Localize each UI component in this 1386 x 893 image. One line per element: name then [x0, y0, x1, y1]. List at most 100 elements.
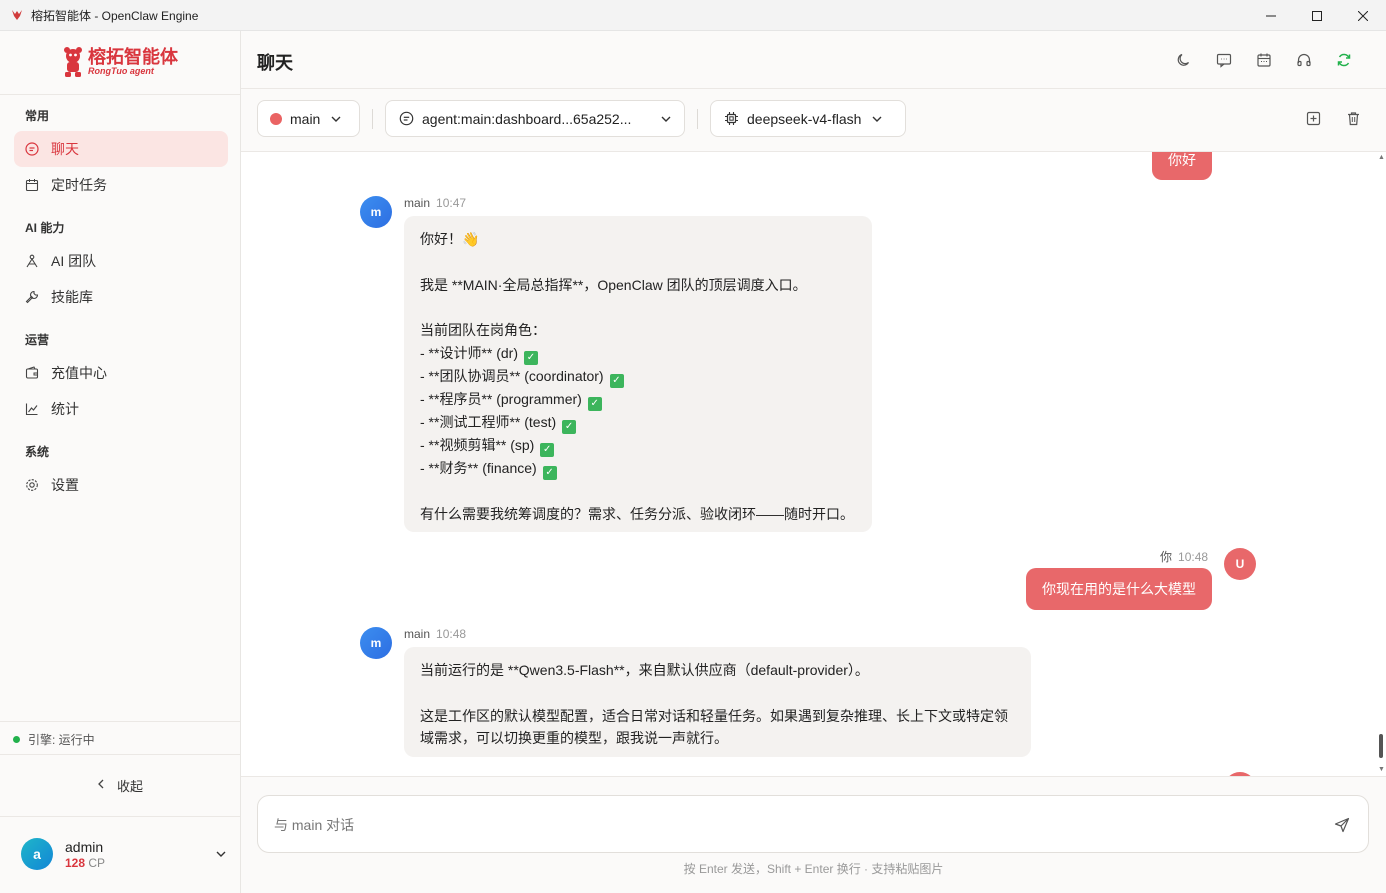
support-button[interactable] [1284, 48, 1324, 72]
message-line: - **设计师** (dr) ✓ [420, 342, 856, 365]
refresh-button[interactable] [1324, 48, 1364, 72]
sidebar-item-settings[interactable]: 设置 [14, 467, 228, 503]
chevron-down-icon [660, 113, 672, 125]
section-label-ai: AI 能力 [25, 221, 65, 235]
message-line [420, 480, 856, 503]
section-label-system: 系统 [25, 445, 50, 459]
window-titlebar: 榕拓智能体 - OpenClaw Engine [0, 0, 1386, 31]
session-icon [398, 111, 414, 127]
composer-hint: 按 Enter 发送，Shift + Enter 换行 · 支持粘贴图片 [683, 862, 944, 876]
sidebar-item-skills[interactable]: 技能库 [14, 279, 228, 315]
session-selector[interactable]: agent:main:dashboard...65a252... [385, 100, 685, 137]
minimize-icon [1266, 15, 1276, 16]
add-square-icon [1306, 111, 1320, 125]
message-line [420, 251, 856, 274]
model-selector-value: deepseek-v4-flash [747, 110, 862, 127]
message-time: 10:48 [1178, 550, 1209, 564]
message-line-text: - **设计师** (dr) [420, 344, 519, 361]
sidebar-divider [0, 816, 240, 817]
maximize-button[interactable] [1294, 0, 1340, 31]
chart-icon [25, 402, 39, 416]
bot-message-bubble: 你好！👋 我是 **MAIN·全局总指挥**，OpenClaw 团队的顶层调度入… [404, 216, 872, 532]
check-icon: ✓ [540, 442, 555, 457]
message-line: 有什么需要我统筹调度的？需求、任务分派、验收闭环——随时开口。 [420, 505, 854, 522]
composer [257, 795, 1369, 853]
message-meta: main 10:47 [404, 196, 466, 210]
composer-area: 按 Enter 发送，Shift + Enter 换行 · 支持粘贴图片 [241, 776, 1386, 893]
brand-logo[interactable]: 榕拓智能体 RongTuo agent [62, 43, 180, 81]
chat-messages[interactable]: 你好 m main 10:47 你好！👋 我是 **MAIN·全局总指挥**，Op… [241, 152, 1386, 776]
calendar-button[interactable] [1244, 48, 1284, 72]
check-icon: ✓ [523, 350, 538, 365]
page-header: 聊天 [241, 31, 1386, 89]
agent-selector[interactable]: main [257, 100, 360, 137]
message-line-text: - **程序员** (programmer) [420, 390, 582, 407]
sidebar: 榕拓智能体 RongTuo agent 常用 聊天 定时任务 AI 能力 AI … [0, 31, 241, 893]
page-title: 聊天 [257, 53, 293, 73]
session-selector-value: agent:main:dashboard...65a252... [422, 110, 632, 127]
scrollbar-thumb[interactable] [1379, 734, 1383, 758]
user-message-bubble: 你现在用的是什么大模型 [1026, 568, 1212, 610]
calendar-icon [25, 178, 39, 192]
message-text: 你现在用的是什么大模型 [1042, 581, 1196, 597]
sidebar-divider [0, 754, 240, 755]
sidebar-divider [0, 721, 240, 722]
sidebar-item-stats[interactable]: 统计 [14, 391, 228, 427]
user-menu[interactable]: a admin 128 CP [21, 837, 227, 871]
toolbar-separator [372, 109, 373, 129]
calendar-icon [1257, 53, 1271, 67]
check-icon: ✓ [587, 396, 602, 411]
bot-message-bubble: 当前运行的是 **Qwen3.5-Flash**，来自默认供应商（default… [404, 647, 1031, 757]
chevron-left-icon [97, 778, 105, 792]
collapse-sidebar-button[interactable]: 收起 [0, 773, 240, 797]
scroll-up-icon[interactable]: ▲ [1378, 154, 1385, 161]
chevron-down-icon[interactable] [215, 847, 227, 863]
app-logo-icon [10, 8, 24, 22]
new-chat-button[interactable] [1293, 106, 1333, 130]
agent-selector-value: main [290, 110, 321, 127]
user-avatar: U [1224, 548, 1256, 580]
sidebar-divider [0, 94, 240, 95]
sidebar-item-chat[interactable]: 聊天 [14, 131, 228, 167]
chat-history-button[interactable] [1204, 48, 1244, 72]
chevron-down-icon [330, 113, 342, 125]
credits-unit: CP [88, 855, 106, 870]
toolbar-separator [697, 109, 698, 129]
message-sender: 你 [1160, 550, 1173, 564]
scroll-down-icon[interactable]: ▼ [1378, 766, 1385, 773]
sidebar-item-ai-team[interactable]: AI 团队 [14, 243, 228, 279]
message-line-text: - **团队协调员** (coordinator) [420, 367, 604, 384]
message-line: 当前团队在岗角色： [420, 322, 546, 339]
message-text: 你好 [1168, 152, 1196, 168]
moon-icon [1177, 53, 1190, 66]
theme-toggle-button[interactable] [1164, 48, 1204, 72]
bot-avatar: m [360, 627, 392, 659]
sidebar-item-scheduled-tasks[interactable]: 定时任务 [14, 167, 228, 203]
wallet-icon [25, 366, 39, 380]
delete-chat-button[interactable] [1333, 106, 1373, 130]
message-input[interactable] [274, 814, 1314, 836]
message-line-text: - **视频剪辑** (sp) [420, 436, 535, 453]
credits-value: 128 [65, 855, 86, 870]
engine-status-text: 引擎: 运行中 [28, 733, 95, 747]
sidebar-item-label: 聊天 [51, 141, 79, 157]
chevron-down-icon [871, 113, 883, 125]
message-line-text: - **财务** (finance) [420, 459, 537, 476]
status-dot-icon [13, 736, 20, 743]
message-line: 当前运行的是 **Qwen3.5-Flash**，来自默认供应商（default… [420, 662, 869, 678]
sidebar-item-label: 定时任务 [51, 177, 107, 193]
send-button[interactable] [1332, 815, 1352, 835]
model-selector[interactable]: deepseek-v4-flash [710, 100, 906, 137]
minimize-button[interactable] [1248, 0, 1294, 31]
close-button[interactable] [1340, 0, 1386, 31]
sidebar-item-recharge[interactable]: 充值中心 [14, 355, 228, 391]
chip-icon [723, 111, 739, 127]
engine-status: 引擎: 运行中 [13, 731, 95, 748]
sidebar-item-label: 技能库 [51, 289, 93, 305]
message-line: - **视频剪辑** (sp) ✓ [420, 434, 856, 457]
section-label-ops: 运营 [25, 333, 50, 347]
check-icon: ✓ [609, 373, 624, 388]
chat-scrollbar[interactable]: ▲ ▼ [1376, 152, 1386, 776]
message-line: 你好！👋 [420, 231, 480, 247]
check-icon: ✓ [542, 465, 557, 480]
